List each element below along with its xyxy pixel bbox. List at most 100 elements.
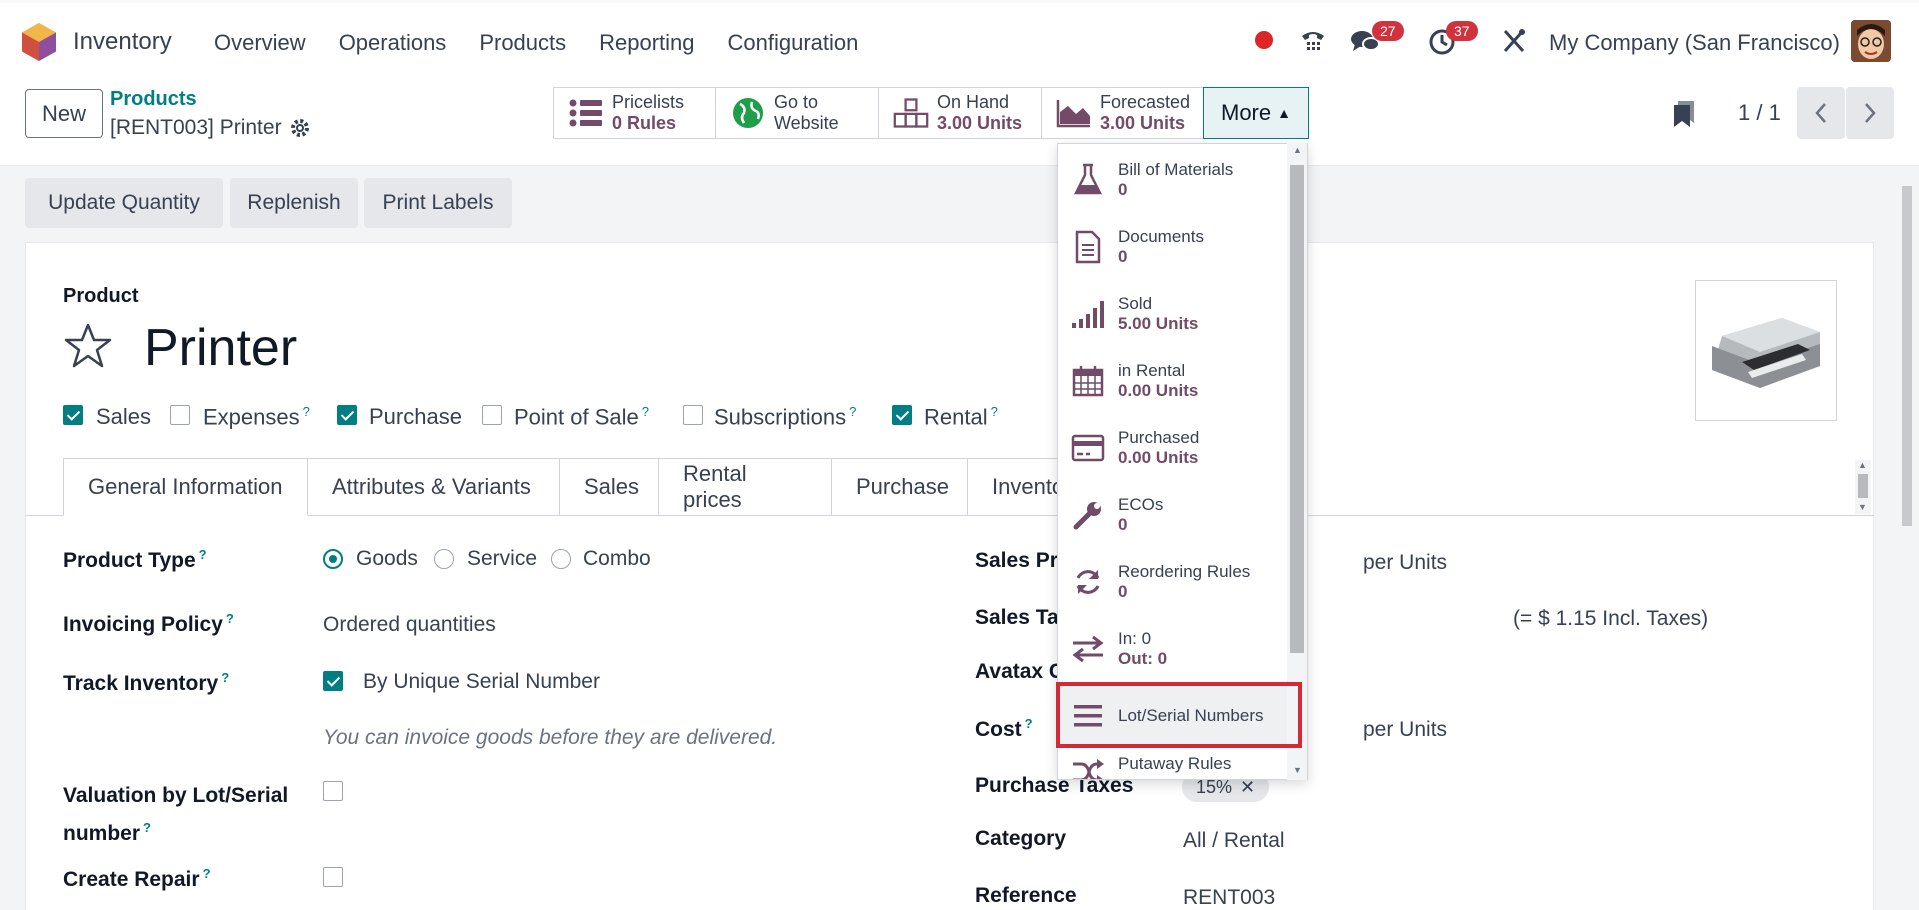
area-chart-icon [1056,100,1090,128]
more-dropdown-button[interactable]: More ▲ [1203,87,1309,139]
odoo-logo-icon[interactable] [22,23,56,61]
chat-badge: 27 [1372,21,1404,41]
random-icon [1073,759,1104,779]
menu-products[interactable]: Products [479,30,566,56]
sales-price-unit: per Units [1363,551,1448,574]
form-sheet [25,242,1874,910]
create-repair-checkbox[interactable] [323,867,343,887]
radio-service[interactable] [434,549,454,569]
invoice-goods-note: You can invoice goods before they are de… [323,726,778,749]
app-title[interactable]: Inventory [73,28,172,56]
radio-service-label: Service [467,547,538,570]
company-switcher[interactable]: My Company (San Francisco) [1549,30,1840,56]
pager-next-button[interactable] [1846,87,1894,139]
invoicing-policy-value[interactable]: Ordered quantities [323,613,496,637]
track-inventory-value[interactable]: By Unique Serial Number [363,670,600,694]
create-repair-label: Create Repair? [63,866,211,891]
radio-combo-label: Combo [583,547,651,570]
more-label: More [1221,100,1272,125]
menu-item-in-out[interactable]: In: 0 Out: 0 [1058,615,1291,682]
menu-item-sold[interactable]: Sold 5.00 Units [1058,280,1291,347]
menu-item-purchased[interactable]: Purchased 0.00 Units [1058,414,1291,481]
credit-card-icon [1071,434,1105,461]
on-hand-button[interactable]: On Hand 3.00 Units [878,87,1042,139]
reference-label: Reference [975,884,1077,907]
product-image[interactable] [1695,280,1837,421]
menu-item-documents[interactable]: Documents 0 [1058,213,1291,280]
tab-attributes-variants[interactable]: Attributes & Variants [308,458,560,516]
radio-goods[interactable] [323,549,343,569]
sales-checkbox[interactable] [63,405,83,425]
valuation-lot-serial-label: Valuation by Lot/Serial number? [63,784,289,845]
purchase-checkbox-label: Purchase [369,404,462,429]
user-avatar[interactable] [1851,20,1891,62]
subscriptions-checkbox[interactable] [683,405,703,425]
replenish-button[interactable]: Replenish [230,178,358,228]
tab-rental-prices[interactable]: Rental prices [659,458,832,516]
dropdown-scroll-down-icon[interactable]: ▼ [1293,765,1302,775]
menu-item-in-rental[interactable]: in Rental 0.00 Units [1058,347,1291,414]
menu-operations[interactable]: Operations [339,30,447,56]
expenses-checkbox[interactable] [170,405,190,425]
subscriptions-checkbox-label: Subscriptions? [714,404,857,430]
tab-general-information[interactable]: General Information [63,458,308,516]
tab-purchase[interactable]: Purchase [832,458,968,516]
update-quantity-button[interactable]: Update Quantity [25,178,223,228]
print-labels-button[interactable]: Print Labels [364,178,512,228]
category-label: Category [975,827,1067,850]
menu-overview[interactable]: Overview [214,30,306,56]
product-name[interactable]: Printer [144,318,297,378]
chevron-right-icon [1865,103,1876,123]
menu-item-bill-of-materials[interactable]: Bill of Materials 0 [1058,146,1291,213]
breadcrumb-current: [RENT003] Printer [110,116,282,139]
bars-icon [1074,705,1102,727]
purchase-checkbox[interactable] [337,405,357,425]
document-icon [1075,230,1101,263]
track-inventory-checkbox[interactable] [323,671,343,691]
recording-dot-icon[interactable] [1255,31,1273,49]
wrench-icon [1073,501,1101,529]
bookmark-icon[interactable] [1672,99,1696,129]
valuation-lot-serial-checkbox[interactable] [323,781,343,801]
point-of-sale-checkbox[interactable] [482,405,502,425]
forecasted-button[interactable]: Forecasted 3.00 Units [1041,87,1204,139]
page-scrollbar[interactable] [1900,170,1914,910]
new-button[interactable]: New [25,89,103,138]
menu-reporting[interactable]: Reporting [599,30,694,56]
menu-item-lot-serial-numbers[interactable]: Lot/Serial Numbers [1058,686,1291,746]
pager-value[interactable]: 1 / 1 [1738,100,1781,126]
pricelists-button[interactable]: Pricelists 0 Rules [553,87,716,139]
go-to-website-button[interactable]: Go to Website [715,87,879,139]
category-value[interactable]: All / Rental [1183,829,1285,853]
gear-icon[interactable] [290,118,310,138]
menu-item-ecos[interactable]: ECOs 0 [1058,481,1291,548]
invoicing-policy-label: Invoicing Policy? [63,611,234,636]
on-hand-value: 3.00 Units [937,113,1023,133]
star-icon[interactable] [63,322,113,370]
sales-taxes-incl: (= $ 1.15 Incl. Taxes) [1513,607,1709,630]
activity-badge: 37 [1446,21,1478,41]
tab-scrollbar[interactable]: ▲ ▼ [1855,460,1871,514]
tab-sales[interactable]: Sales [560,458,659,516]
pricelists-label: Pricelists [612,92,685,112]
avatax-label: Avatax C [975,660,1065,683]
cubes-icon [893,98,929,128]
reference-value[interactable]: RENT003 [1183,886,1275,910]
website-label-1: Go to [774,92,819,112]
rental-checkbox-label: Rental? [924,404,998,430]
menu-item-reordering-rules[interactable]: Reordering Rules 0 [1058,548,1291,615]
pricelists-value: 0 Rules [612,113,677,133]
dropdown-scroll-up-icon[interactable]: ▲ [1293,145,1302,155]
tools-icon[interactable] [1501,27,1527,55]
radio-combo[interactable] [551,549,571,569]
dropdown-scrollbar[interactable]: ▲ ▼ [1287,143,1307,780]
pager-previous-button[interactable] [1797,87,1845,139]
globe-icon [733,98,763,128]
menu-item-putaway-rules[interactable]: Putaway Rules [1058,748,1291,779]
tab-inventory[interactable]: Invento [968,458,1064,516]
product-type-label: Product Type? [63,547,207,572]
rental-checkbox[interactable] [892,405,912,425]
phone-icon[interactable] [1299,27,1327,55]
breadcrumb-products[interactable]: Products [110,88,197,111]
menu-configuration[interactable]: Configuration [728,30,859,56]
